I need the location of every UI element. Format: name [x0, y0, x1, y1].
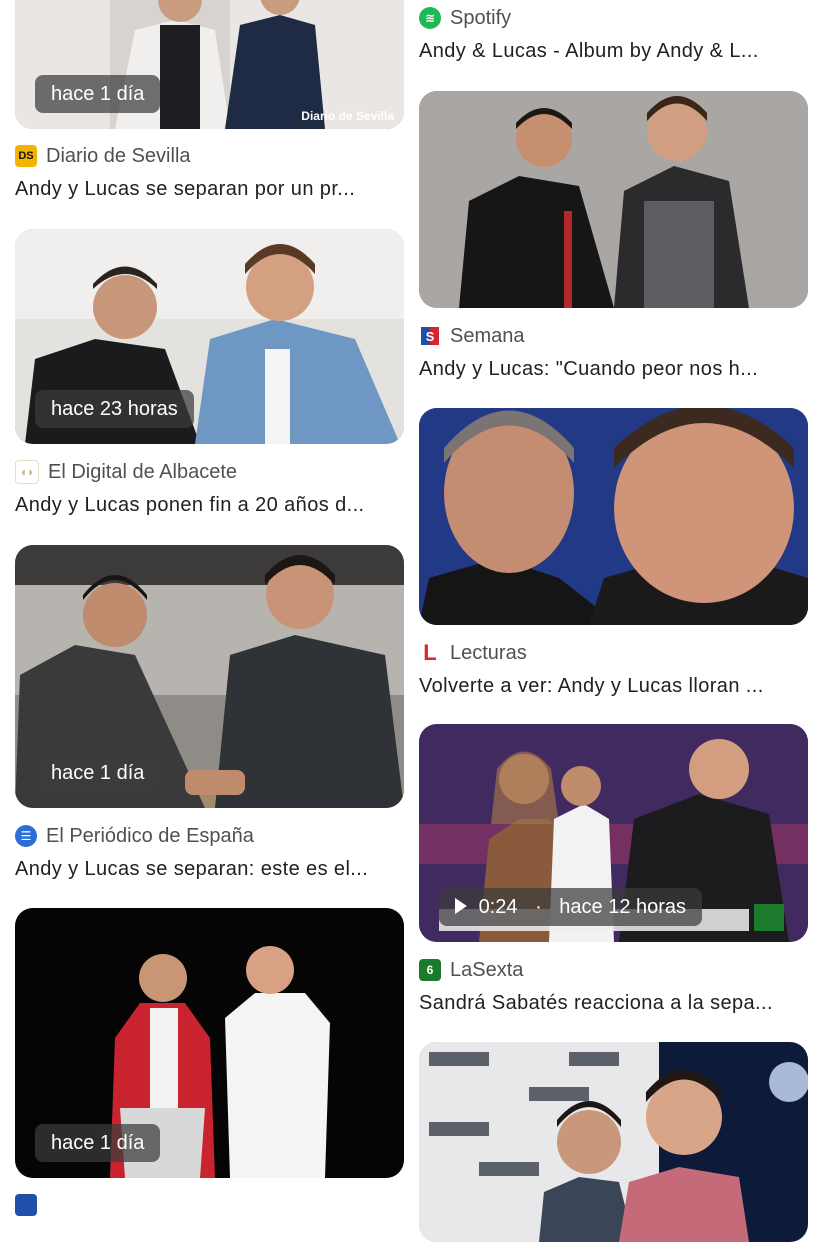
- result-card[interactable]: [419, 1042, 808, 1242]
- result-card[interactable]: ≋ Spotify Andy & Lucas - Album by Andy &…: [419, 0, 808, 75]
- result-thumbnail[interactable]: [419, 408, 808, 625]
- source-name: Diario de Sevilla: [46, 144, 191, 167]
- time-label: hace 23 horas: [51, 398, 178, 420]
- result-thumbnail[interactable]: 0:24 · hace 12 horas: [419, 724, 808, 942]
- result-source: L Lecturas: [419, 640, 527, 666]
- semana-logo-icon: S: [419, 325, 441, 347]
- photo-image: [419, 91, 808, 308]
- separator-dot: ·: [535, 896, 542, 918]
- result-headline[interactable]: Andy y Lucas se separan por un pr...: [15, 175, 404, 203]
- spotify-logo-icon: ≋: [419, 7, 441, 29]
- watermark-text: Diario de Sevilla: [301, 109, 394, 123]
- result-card[interactable]: hace 23 horas ◖◗ El Digital de Albacete …: [15, 229, 404, 529]
- albacete-logo-icon: ◖◗: [15, 460, 39, 484]
- result-thumbnail[interactable]: hace 1 día: [15, 908, 404, 1178]
- time-label: hace 12 horas: [559, 896, 687, 918]
- result-thumbnail[interactable]: [419, 91, 808, 308]
- result-thumbnail[interactable]: hace 1 día: [15, 545, 404, 808]
- source-name: El Digital de Albacete: [48, 460, 238, 483]
- lecturas-logo-icon: L: [423, 640, 437, 665]
- time-badge: hace 1 día: [35, 75, 161, 113]
- video-badge: 0:24 · hace 12 horas: [439, 888, 703, 926]
- result-headline[interactable]: Andy y Lucas se separan: este es el...: [15, 855, 404, 883]
- lasexta-logo-icon: 6: [419, 959, 441, 981]
- periodico-logo-icon: ☰: [15, 825, 37, 847]
- result-headline[interactable]: Andy y Lucas: "Cuando peor nos h...: [419, 355, 808, 383]
- time-label: hace 1 día: [51, 762, 145, 784]
- result-headline[interactable]: Andy & Lucas - Album by Andy & L...: [419, 37, 808, 65]
- result-headline[interactable]: Sandrá Sabatés reacciona a la sepa...: [419, 989, 808, 1017]
- source-name: El Periódico de España: [46, 824, 254, 847]
- result-headline[interactable]: Volverte a ver: Andy y Lucas lloran ...: [419, 672, 808, 700]
- video-duration: 0:24: [478, 896, 518, 918]
- result-card[interactable]: L Lecturas Volverte a ver: Andy y Lucas …: [419, 408, 808, 708]
- result-card[interactable]: S Semana Andy y Lucas: "Cuando peor nos …: [419, 91, 808, 391]
- result-source: [15, 1192, 46, 1218]
- result-source: 6 LaSexta: [419, 957, 523, 983]
- svg-text:S: S: [426, 329, 435, 344]
- result-source: DS Diario de Sevilla: [15, 143, 191, 169]
- time-badge: hace 1 día: [35, 1124, 161, 1162]
- result-card[interactable]: 0:24 · hace 12 horas 6 LaSexta Sandrá Sa…: [419, 724, 808, 1024]
- result-thumbnail[interactable]: [419, 1042, 808, 1242]
- diario-de-sevilla-icon: DS: [15, 145, 37, 167]
- result-source: ≋ Spotify: [419, 5, 511, 31]
- result-source: ◖◗ El Digital de Albacete: [15, 459, 237, 485]
- result-thumbnail[interactable]: Diario de Sevilla hace 1 día: [15, 0, 404, 129]
- time-label: hace 1 día: [51, 83, 145, 105]
- time-badge: hace 1 día: [35, 754, 161, 792]
- result-source: S Semana: [419, 323, 525, 349]
- result-headline[interactable]: Andy y Lucas ponen fin a 20 años d...: [15, 491, 404, 519]
- result-thumbnail[interactable]: hace 23 horas: [15, 229, 404, 444]
- source-name: Semana: [450, 324, 525, 347]
- result-card[interactable]: hace 1 día: [15, 908, 404, 1216]
- photo-image: [419, 1042, 808, 1242]
- play-icon: [455, 898, 467, 914]
- time-badge: hace 23 horas: [35, 390, 194, 428]
- time-label: hace 1 día: [51, 1132, 145, 1154]
- photo-image: [419, 408, 808, 625]
- result-source: ☰ El Periódico de España: [15, 823, 254, 849]
- source-name: Spotify: [450, 6, 512, 29]
- result-card[interactable]: hace 1 día ☰ El Periódico de España Andy…: [15, 545, 404, 885]
- abc-logo-icon: [15, 1194, 37, 1216]
- source-name: LaSexta: [450, 958, 524, 981]
- result-card[interactable]: Diario de Sevilla hace 1 día DS Diario d…: [15, 0, 404, 210]
- source-name: Lecturas: [450, 641, 527, 664]
